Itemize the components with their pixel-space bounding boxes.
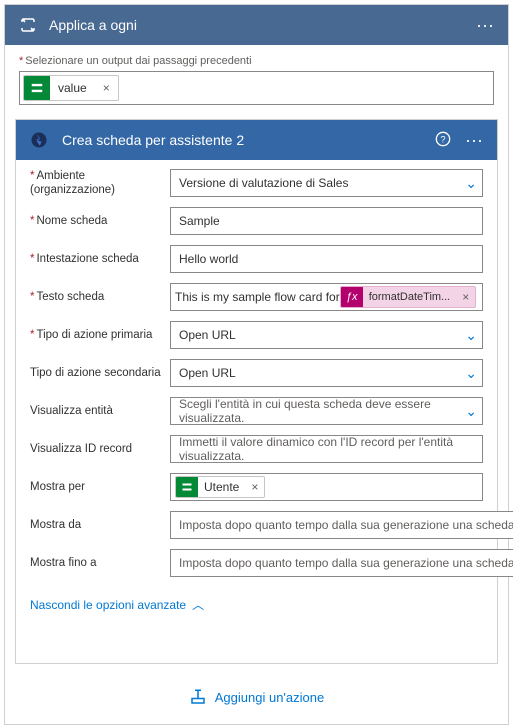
- fx-chip[interactable]: ƒx formatDateTim... ×: [340, 286, 477, 308]
- loop-icon: [13, 10, 43, 40]
- help-icon[interactable]: ?: [427, 131, 459, 150]
- view-record-label: Visualizza ID record: [30, 443, 132, 455]
- show-for-input[interactable]: Utente ×: [170, 473, 483, 501]
- show-from-label: Mostra da: [30, 519, 81, 531]
- view-entity-label: Visualizza entità: [30, 405, 113, 417]
- primary-action-select[interactable]: Open URL: [170, 321, 483, 349]
- create-card-header[interactable]: Crea scheda per assistente 2 ? ···: [16, 120, 497, 160]
- form-body: Ambiente (organizzazione) Versione di va…: [16, 160, 497, 590]
- fx-chip-label: formatDateTim...: [363, 291, 457, 303]
- add-action-button[interactable]: Aggiungi un'azione: [5, 674, 508, 724]
- user-chip[interactable]: Utente ×: [175, 476, 265, 498]
- value-chip[interactable]: value ×: [23, 75, 119, 101]
- env-label: Ambiente (organizzazione): [30, 170, 115, 196]
- create-card-action: Crea scheda per assistente 2 ? ··· Ambie…: [15, 119, 498, 664]
- show-until-label: Mostra fino a: [30, 557, 96, 569]
- card-name-input[interactable]: Sample: [170, 207, 483, 235]
- chevron-up-icon: ︿: [192, 596, 204, 613]
- create-card-title: Crea scheda per assistente 2: [54, 132, 427, 148]
- select-output-label: Selezionare un output dai passaggi prece…: [5, 45, 508, 71]
- value-chip-remove[interactable]: ×: [95, 81, 118, 95]
- apply-to-each-menu[interactable]: ···: [470, 15, 500, 36]
- card-name-label: Nome scheda: [30, 215, 107, 227]
- svg-text:?: ?: [440, 134, 445, 144]
- fx-chip-remove[interactable]: ×: [456, 290, 475, 304]
- show-for-label: Mostra per: [30, 481, 85, 493]
- user-chip-remove[interactable]: ×: [245, 480, 264, 494]
- hide-advanced-link[interactable]: Nascondi le opzioni avanzate ︿: [16, 590, 218, 663]
- secondary-action-label: Tipo di azione secondaria: [30, 367, 161, 379]
- dynamics-icon: [24, 125, 54, 155]
- card-header-label: Intestazione scheda: [30, 253, 139, 265]
- create-card-menu[interactable]: ···: [459, 130, 489, 151]
- add-action-icon: [189, 688, 207, 706]
- card-text-label: Testo scheda: [30, 291, 104, 303]
- show-from-input[interactable]: Imposta dopo quanto tempo dalla sua gene…: [170, 511, 513, 539]
- apply-to-each-card: Applica a ogni ··· Selezionare un output…: [4, 4, 509, 725]
- secondary-action-select[interactable]: Open URL: [170, 359, 483, 387]
- array-icon: [24, 75, 50, 101]
- show-until-input[interactable]: Imposta dopo quanto tempo dalla sua gene…: [170, 549, 513, 577]
- apply-to-each-header[interactable]: Applica a ogni ···: [5, 5, 508, 45]
- select-output-field[interactable]: value ×: [19, 71, 494, 105]
- user-token-icon: [176, 476, 198, 498]
- view-record-input[interactable]: Immetti il valore dinamico con l'ID reco…: [170, 435, 483, 463]
- env-select[interactable]: Versione di valutazione di Sales: [170, 169, 483, 197]
- fx-icon: ƒx: [341, 286, 363, 308]
- card-text-input[interactable]: This is my sample flow card for ƒx forma…: [170, 283, 483, 311]
- view-entity-select[interactable]: Scegli l'entità in cui questa scheda dev…: [170, 397, 483, 425]
- apply-to-each-title: Applica a ogni: [43, 17, 470, 33]
- user-chip-label: Utente: [198, 480, 245, 494]
- card-text-prefix: This is my sample flow card for: [175, 290, 340, 304]
- card-header-input[interactable]: Hello world: [170, 245, 483, 273]
- value-chip-label: value: [50, 81, 95, 95]
- primary-action-label: Tipo di azione primaria: [30, 329, 152, 341]
